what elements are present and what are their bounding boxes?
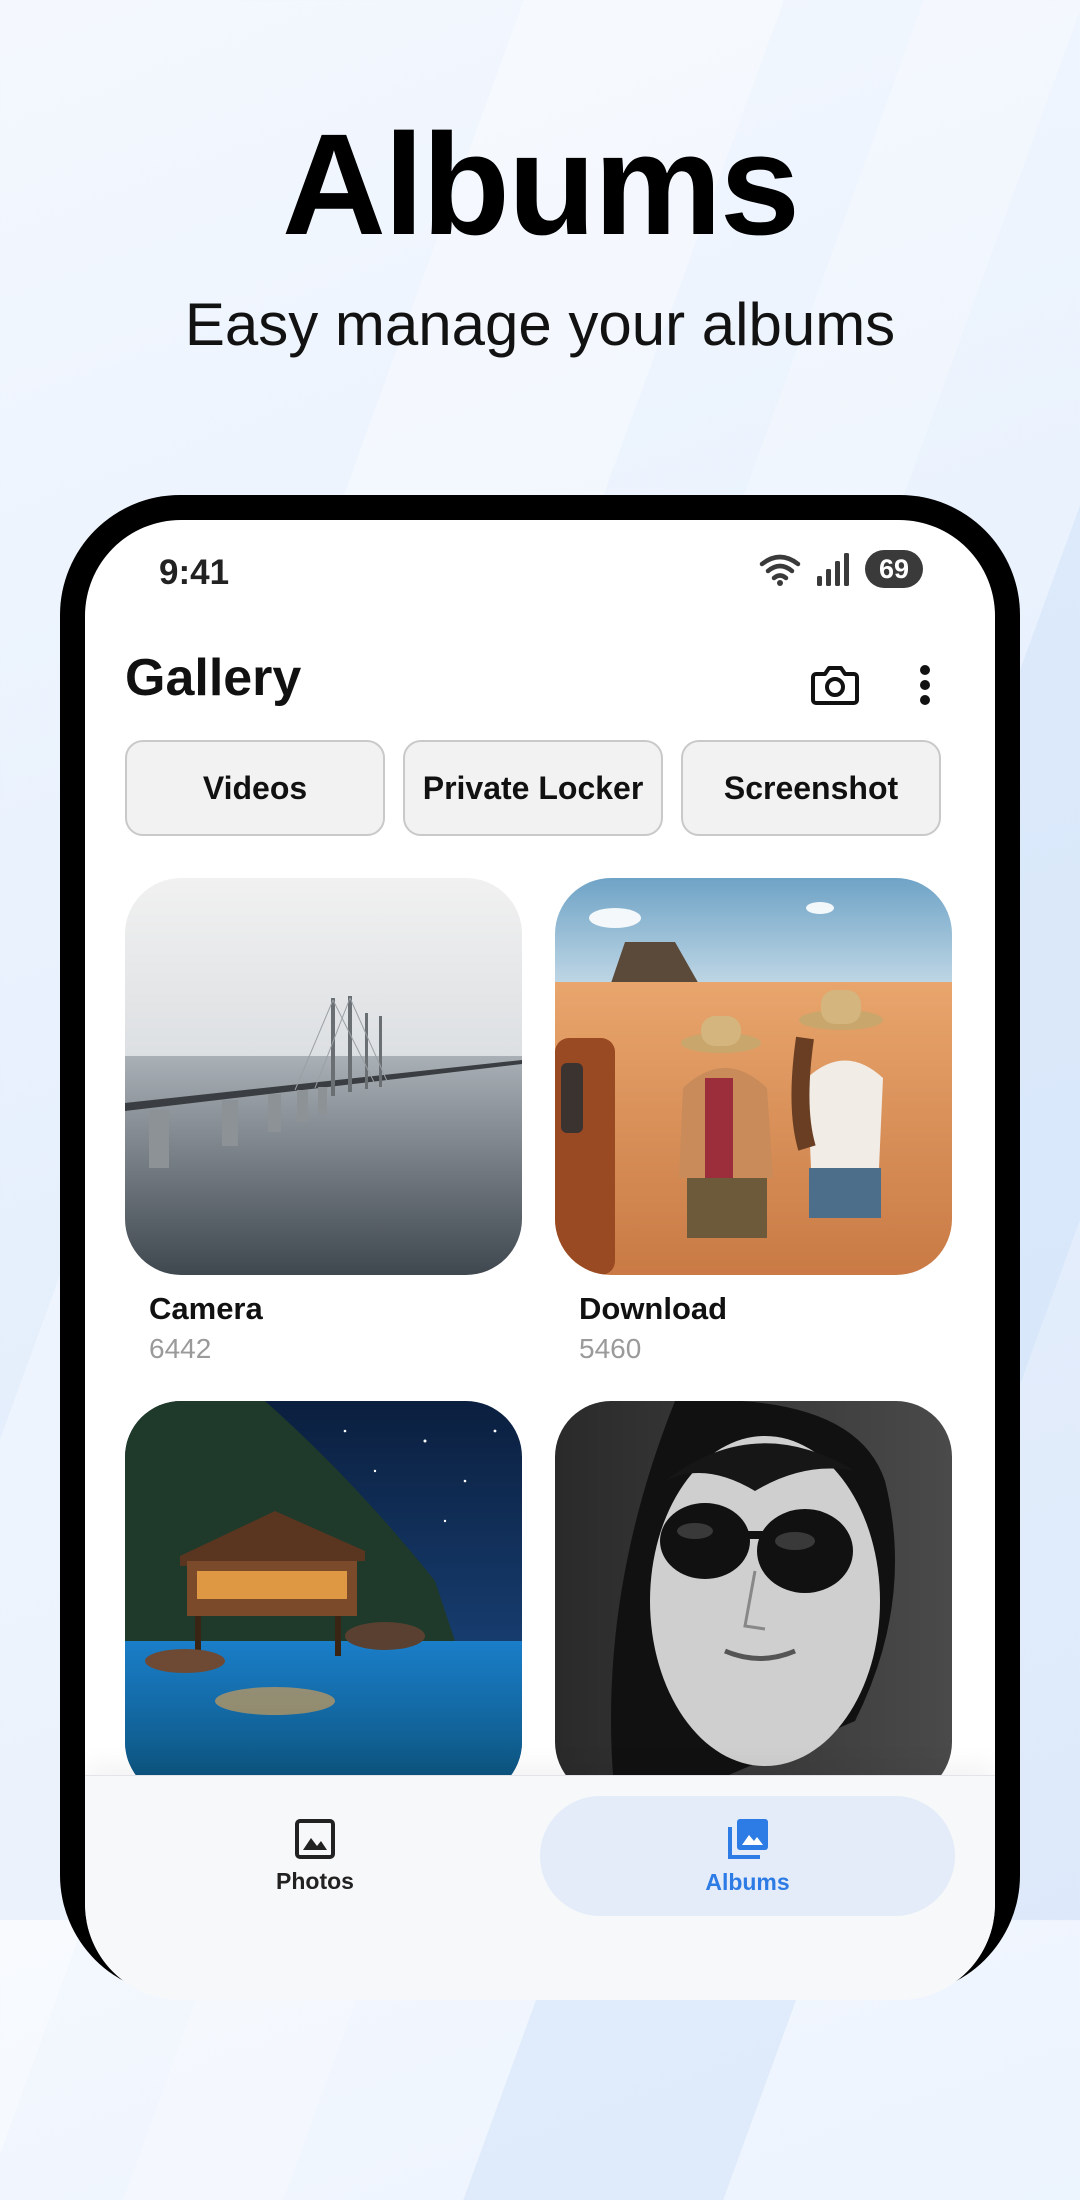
album-thumbnail — [125, 1401, 522, 1798]
phone-screen: 9:41 69 Gallery Videos Private Locker Sc… — [85, 520, 995, 2000]
album-card-camera[interactable]: Camera 6442 — [125, 878, 522, 1365]
album-thumbnail — [125, 878, 522, 1275]
bottom-navigation: Photos Albums — [85, 1775, 995, 2000]
wifi-icon — [759, 554, 801, 586]
camera-icon — [811, 666, 859, 705]
camera-button[interactable] — [805, 655, 865, 715]
nav-item-photos[interactable]: Photos — [215, 1796, 415, 1916]
chip-private-locker[interactable]: Private Locker — [403, 740, 663, 836]
image-icon — [295, 1818, 335, 1859]
photo-library-icon — [727, 1818, 768, 1859]
filter-chips: Videos Private Locker Screenshot — [125, 740, 941, 836]
chip-videos[interactable]: Videos — [125, 740, 385, 836]
more-vert-icon — [920, 665, 930, 705]
chip-screenshot[interactable]: Screenshot — [681, 740, 941, 836]
signal-icon — [816, 553, 849, 586]
album-card-download[interactable]: Download 5460 — [555, 878, 952, 1365]
more-options-button[interactable] — [905, 655, 945, 715]
hero-subtitle: Easy manage your albums — [184, 291, 896, 358]
battery-icon: 69 — [864, 550, 923, 588]
hero-title: Albums — [281, 104, 800, 265]
album-card[interactable] — [125, 1401, 522, 1814]
status-icons: 69 — [759, 550, 923, 588]
phone-frame: 9:41 69 Gallery Videos Private Locker Sc… — [60, 495, 1020, 2000]
nav-label-albums: Albums — [705, 1868, 790, 1895]
nav-label-photos: Photos — [276, 1867, 354, 1894]
album-name: Camera — [149, 1291, 263, 1326]
album-count: 5460 — [579, 1333, 642, 1364]
album-card[interactable] — [555, 1401, 952, 1814]
nav-item-albums[interactable]: Albums — [540, 1796, 955, 1916]
album-count: 6442 — [149, 1333, 212, 1364]
album-thumbnail — [555, 878, 952, 1275]
album-name: Download — [579, 1291, 728, 1326]
album-thumbnail — [555, 1401, 952, 1798]
status-time: 9:41 — [159, 553, 230, 592]
app-title: Gallery — [125, 649, 302, 707]
